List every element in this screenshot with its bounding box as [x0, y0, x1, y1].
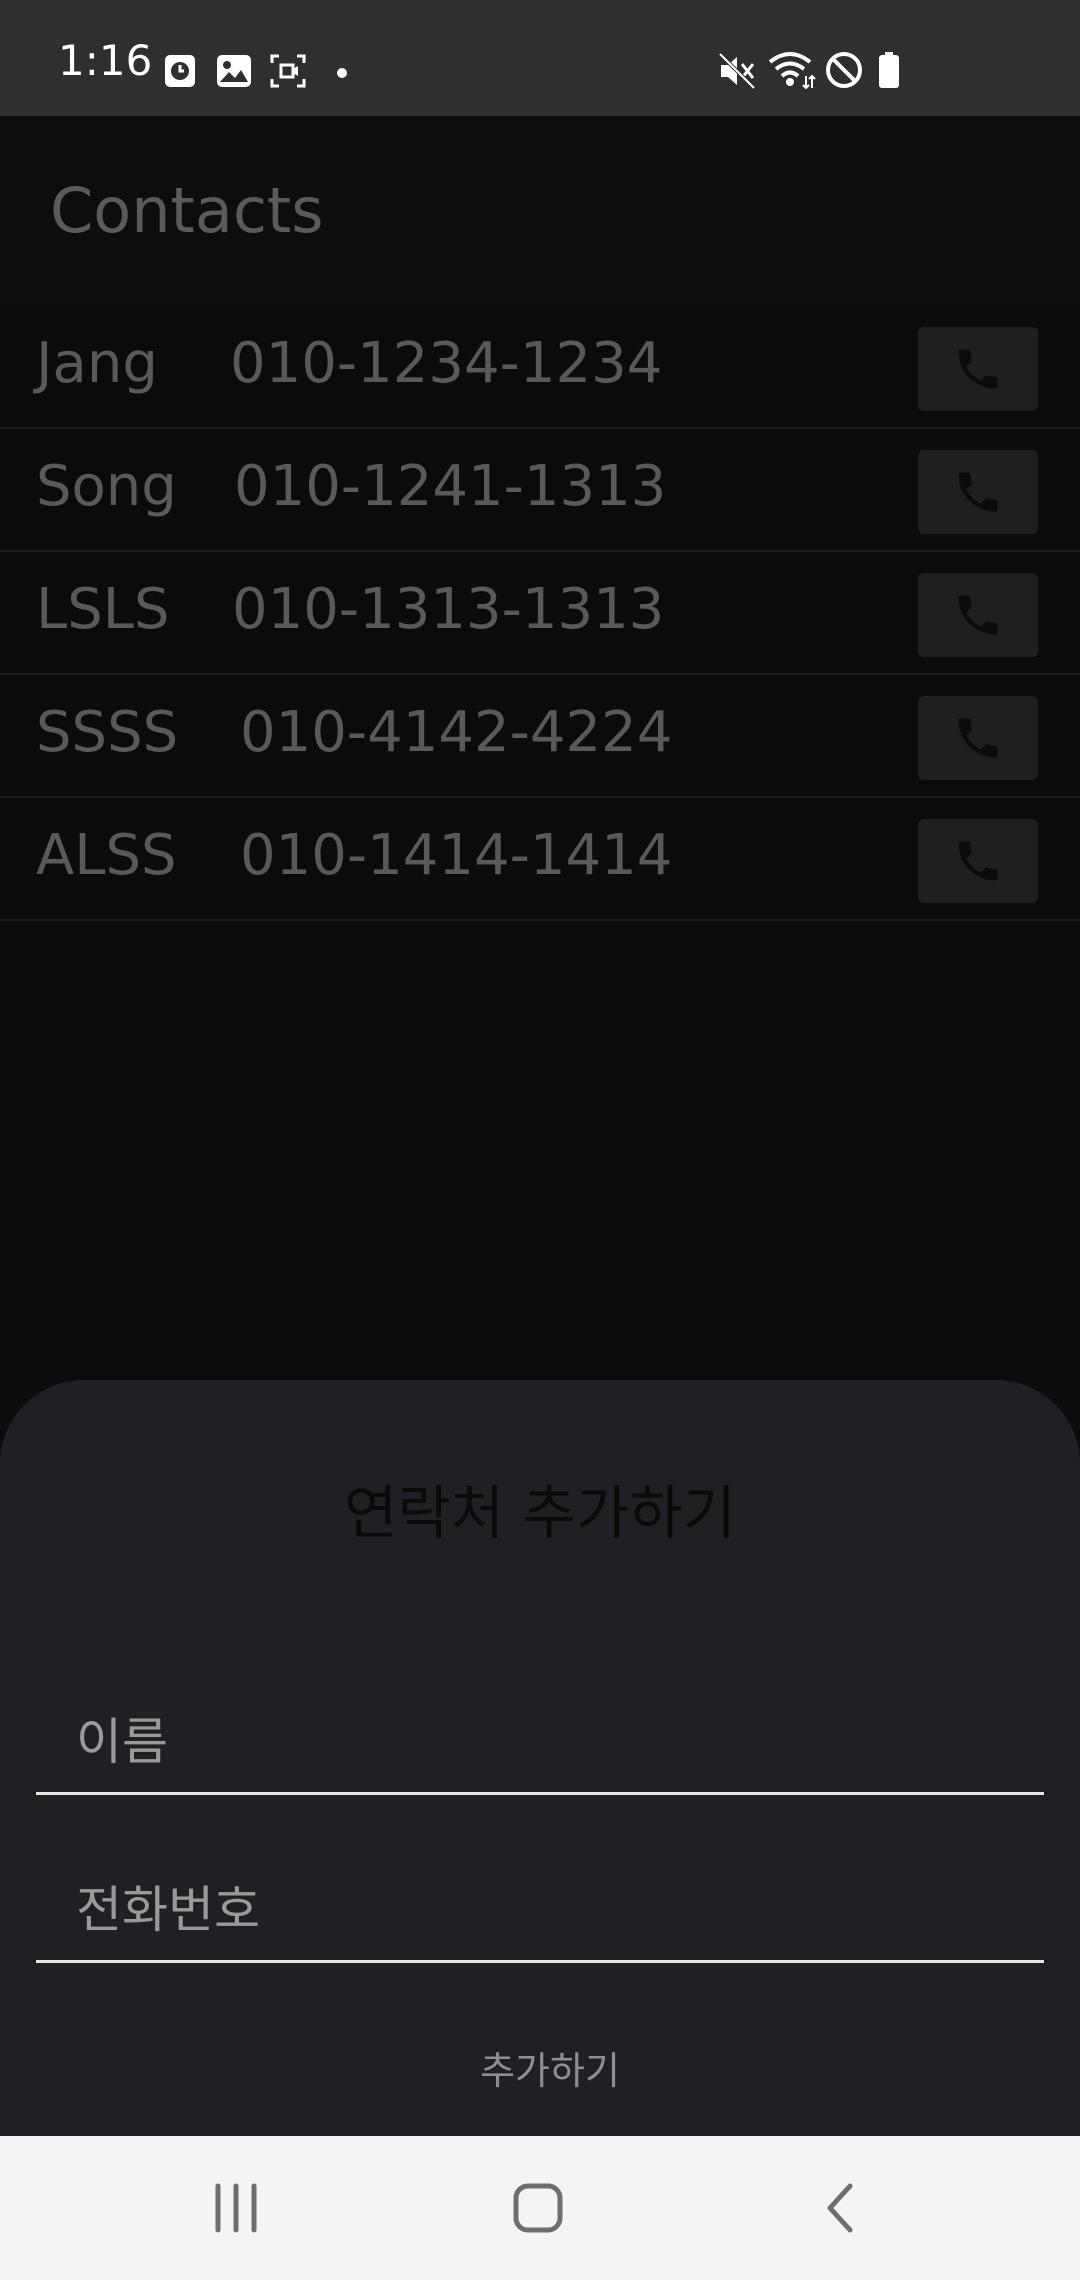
wifi-icon — [768, 50, 816, 94]
list-item: LSLS 010-1313-1313 — [0, 552, 1080, 675]
mute-icon — [718, 52, 756, 94]
back-button[interactable] — [790, 2172, 890, 2244]
phone-icon — [958, 595, 998, 635]
add-contact-sheet: 연락처 추가하기 추가하기 — [0, 1380, 1080, 2136]
contact-phone: 010-1234-1234 — [230, 331, 663, 396]
phone-input[interactable] — [74, 1880, 978, 1940]
status-bar: 1:16 — [0, 0, 1080, 116]
phone-icon — [958, 841, 998, 881]
list-item: ALSS 010-1414-1414 — [0, 798, 1080, 921]
call-button[interactable] — [918, 450, 1038, 534]
contacts-list: Jang 010-1234-1234 Song 010-1241-1313 LS… — [0, 306, 1080, 921]
phone-field — [36, 1850, 1044, 1963]
call-button[interactable] — [918, 327, 1038, 411]
battery-icon — [878, 52, 900, 92]
alarm-icon — [164, 54, 196, 92]
contact-phone: 010-1414-1414 — [240, 823, 673, 888]
phone-icon — [958, 349, 998, 389]
gallery-icon — [216, 54, 252, 92]
list-item: Jang 010-1234-1234 — [0, 306, 1080, 429]
back-icon — [827, 2183, 853, 2233]
do-not-disturb-icon — [824, 50, 864, 94]
add-contact-button[interactable]: 추가하기 — [390, 2036, 710, 2106]
status-time: 1:16 — [58, 36, 153, 85]
contact-phone: 010-1241-1313 — [234, 454, 667, 519]
call-button[interactable] — [918, 819, 1038, 903]
app-bar: Contacts — [0, 116, 1080, 306]
recent-apps-button[interactable] — [186, 2172, 286, 2244]
call-button[interactable] — [918, 573, 1038, 657]
contact-phone: 010-1313-1313 — [232, 577, 665, 642]
home-icon — [513, 2183, 563, 2233]
recent-apps-icon — [215, 2183, 257, 2233]
contact-name: SSSS — [36, 700, 179, 765]
contact-phone: 010-4142-4224 — [240, 700, 673, 765]
name-input[interactable] — [74, 1712, 978, 1772]
screenshot-icon — [270, 54, 306, 92]
navigation-bar — [0, 2136, 1080, 2280]
sheet-title: 연락처 추가하기 — [344, 1479, 736, 1547]
call-button[interactable] — [918, 696, 1038, 780]
page-title: Contacts — [50, 174, 324, 247]
contact-name: Song — [36, 454, 177, 519]
contact-name: ALSS — [36, 823, 177, 888]
list-item: SSSS 010-4142-4224 — [0, 675, 1080, 798]
home-button[interactable] — [488, 2172, 588, 2244]
name-field — [36, 1682, 1044, 1795]
phone-icon — [958, 472, 998, 512]
list-item: Song 010-1241-1313 — [0, 429, 1080, 552]
contact-name: Jang — [36, 331, 158, 396]
contact-name: LSLS — [36, 577, 170, 642]
notification-dot-icon — [336, 64, 348, 83]
phone-icon — [958, 718, 998, 758]
